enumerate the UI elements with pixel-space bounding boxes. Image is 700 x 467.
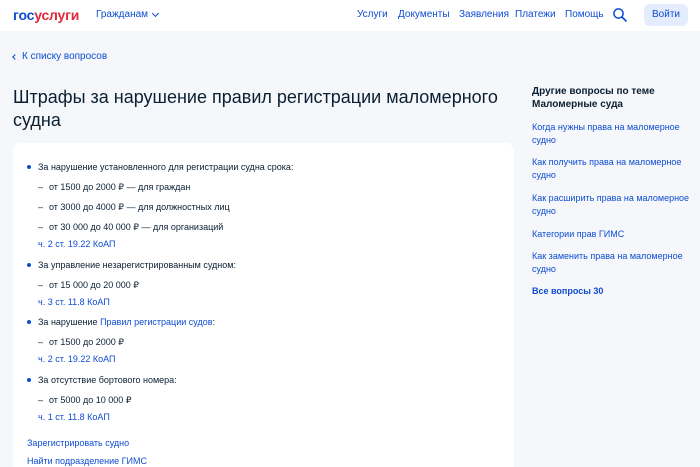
chevron-left-icon — [12, 54, 18, 60]
fine-2-item-1: от 15 000 до 20 000 ₽ — [49, 280, 139, 290]
nav-help[interactable]: Помощь — [565, 9, 604, 21]
sidebar-link-get-license[interactable]: Как получить права на маломерное судно — [532, 156, 692, 182]
dash-icon: – — [38, 395, 44, 405]
dash-icon: – — [38, 202, 44, 212]
fine-1-item-1: от 1500 до 2000 ₽ — для граждан — [49, 182, 191, 192]
sidebar-link-replace-license[interactable]: Как заменить права на маломерное судно — [532, 250, 692, 276]
fine-3-text: За нарушение Правил регистрации судов: — [38, 317, 215, 328]
nav-payments[interactable]: Платежи — [515, 9, 556, 21]
nav-documents[interactable]: Документы — [398, 9, 450, 21]
fine-1-item-2: от 3000 до 4000 ₽ — для должностных лиц — [49, 202, 230, 212]
dash-icon: – — [38, 182, 44, 192]
back-to-questions-link[interactable]: К списку вопросов — [12, 51, 108, 63]
fine-1-item-3: от 30 000 до 40 000 ₽ — для организаций — [49, 222, 224, 232]
fine-3-text-prefix: За нарушение — [38, 317, 101, 327]
sidebar-link-when-license[interactable]: Когда нужны права на маломерное судно — [532, 121, 692, 147]
bullet-icon — [27, 320, 31, 324]
sidebar-title: Другие вопросы по теме Маломерные суда — [532, 86, 655, 110]
nav-applications[interactable]: Заявления — [459, 9, 509, 21]
fine-4-text: За отсутствие бортового номера: — [38, 375, 177, 385]
audience-selector[interactable]: Гражданам — [96, 9, 160, 21]
bullet-icon — [27, 378, 31, 382]
logo-part-gos: гос — [13, 7, 35, 23]
back-link-label: К списку вопросов — [22, 51, 108, 62]
dash-icon: – — [38, 280, 44, 290]
chevron-down-icon — [151, 9, 160, 18]
fine-4-law-link[interactable]: ч. 1 ст. 11.8 КоАП — [38, 412, 110, 423]
login-button[interactable]: Войти — [644, 4, 688, 26]
header: госуслуги Гражданам Услуги Документы Зая… — [0, 0, 700, 31]
find-gims-office-link[interactable]: Найти подразделение ГИМС — [27, 456, 147, 467]
bullet-icon — [27, 165, 31, 169]
fine-1-law-link[interactable]: ч. 2 ст. 19.22 КоАП — [38, 239, 115, 250]
bullet-icon — [27, 263, 31, 267]
nav-services[interactable]: Услуги — [357, 9, 388, 21]
search-icon[interactable] — [612, 7, 628, 23]
sidebar-link-license-categories[interactable]: Категории прав ГИМС — [532, 228, 692, 241]
dash-icon: – — [38, 222, 44, 232]
gosuslugi-logo[interactable]: госуслуги — [13, 7, 79, 23]
sidebar-link-extend-license[interactable]: Как расширить права на маломерное судно — [532, 192, 692, 218]
logo-part-uslugi: услуги — [34, 7, 80, 23]
sidebar-all-questions-link[interactable]: Все вопросы 30 — [532, 285, 692, 298]
register-vessel-link[interactable]: Зарегистрировать судно — [27, 438, 129, 449]
fine-2-law-link[interactable]: ч. 3 ст. 11.8 КоАП — [38, 297, 110, 308]
fine-3-item-1: от 1500 до 2000 ₽ — [49, 337, 124, 347]
audience-label: Гражданам — [96, 9, 149, 20]
fine-3-text-suffix: : — [212, 317, 216, 327]
fine-1-text: За нарушение установленного для регистра… — [38, 162, 294, 172]
fine-3-law-link[interactable]: ч. 2 ст. 19.22 КоАП — [38, 354, 115, 365]
fine-4-item-1: от 5000 до 10 000 ₽ — [49, 395, 132, 405]
page-title: Штрафы за нарушение правил регистрации м… — [13, 87, 498, 130]
registration-rules-link[interactable]: Правил регистрации судов — [100, 317, 212, 327]
dash-icon: – — [38, 337, 44, 347]
fine-2-text: За управление незарегистрированным судно… — [38, 260, 236, 270]
